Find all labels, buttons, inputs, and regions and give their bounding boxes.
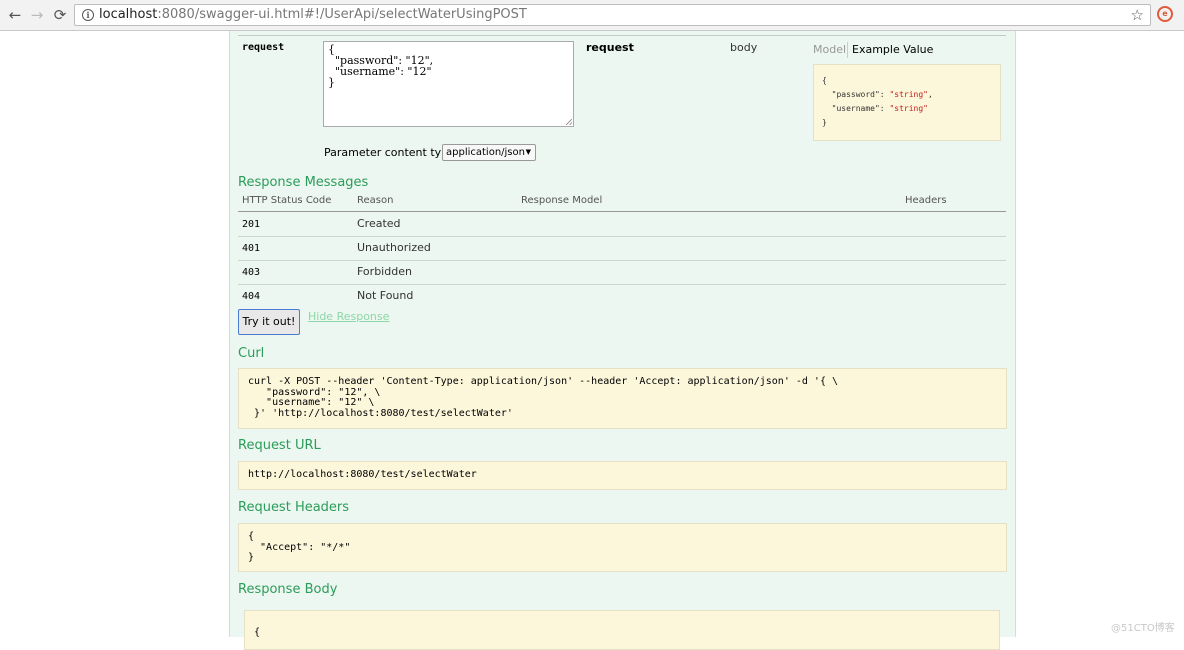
status-code: 403 xyxy=(242,267,261,278)
request-url-heading: Request URL xyxy=(238,438,321,453)
reload-icon[interactable]: ⟳ xyxy=(49,4,71,26)
example-value-tab[interactable]: Example Value xyxy=(852,43,933,56)
back-icon[interactable]: ← xyxy=(4,4,26,26)
parameter-name: request xyxy=(242,42,285,53)
hide-response-link[interactable]: Hide Response xyxy=(308,310,389,323)
table-row: 403 Forbidden xyxy=(238,260,1006,285)
status-code: 404 xyxy=(242,291,261,302)
status-reason: Unauthorized xyxy=(357,241,431,254)
table-row: 201 Created xyxy=(238,212,1006,237)
status-reason: Forbidden xyxy=(357,265,412,278)
address-bar[interactable]: i localhost:8080/swagger-ui.html#!/UserA… xyxy=(74,4,1151,26)
divider xyxy=(238,35,1006,36)
column-header: Reason xyxy=(357,195,394,206)
content-type-value: application/json xyxy=(446,147,525,158)
url-path: :8080/swagger-ui.html#!/UserApi/selectWa… xyxy=(157,7,527,22)
content-type-select[interactable]: application/json ▼ xyxy=(442,144,536,161)
url-host: localhost xyxy=(99,7,158,22)
info-icon[interactable]: i xyxy=(82,9,94,21)
column-header: Headers xyxy=(905,195,947,206)
curl-code-block: curl -X POST --header 'Content-Type: app… xyxy=(238,368,1007,429)
tab-divider xyxy=(847,42,848,58)
request-headers-heading: Request Headers xyxy=(238,500,350,515)
request-headers-block: { "Accept": "*/*" } xyxy=(238,523,1007,572)
parameter-type: body xyxy=(730,41,758,54)
request-url-block: http://localhost:8080/test/selectWater xyxy=(238,461,1007,490)
browser-toolbar: ← → ⟳ i localhost:8080/swagger-ui.html#!… xyxy=(0,0,1184,31)
status-code: 201 xyxy=(242,219,261,230)
curl-heading: Curl xyxy=(238,346,265,361)
parameter-description: request xyxy=(586,41,634,54)
response-messages-heading: Response Messages xyxy=(238,175,369,190)
status-reason: Not Found xyxy=(357,289,414,302)
watermark: @51CTO博客 xyxy=(1111,623,1175,634)
operation-panel: request { "password": "12", "username": … xyxy=(229,31,1016,650)
extension-icon[interactable]: e xyxy=(1157,6,1173,22)
parameter-value-text: { "password": "12", "username": "12" } xyxy=(328,43,434,89)
content-type-label: Parameter content type: xyxy=(324,146,459,159)
response-body-heading: Response Body xyxy=(238,582,338,597)
try-it-out-button[interactable]: Try it out! xyxy=(238,309,300,335)
response-body-block: { xyxy=(244,610,1000,650)
url-text[interactable]: localhost:8080/swagger-ui.html#!/UserApi… xyxy=(99,6,527,24)
column-header: HTTP Status Code xyxy=(242,195,332,206)
example-value-box[interactable]: { "password": "string", "username": "str… xyxy=(813,64,1001,141)
status-reason: Created xyxy=(357,217,401,230)
dropdown-arrow-icon: ▼ xyxy=(525,148,531,156)
column-header: Response Model xyxy=(521,195,603,206)
forward-icon[interactable]: → xyxy=(26,4,48,26)
model-tab[interactable]: Model xyxy=(813,43,846,56)
status-code: 401 xyxy=(242,243,261,254)
resize-grip-icon[interactable] xyxy=(566,119,572,125)
parameter-value-textarea[interactable]: { "password": "12", "username": "12" } xyxy=(323,41,574,127)
table-row: 401 Unauthorized xyxy=(238,236,1006,261)
bookmark-star-icon[interactable]: ☆ xyxy=(1131,5,1144,25)
table-row: 404 Not Found xyxy=(238,284,1006,308)
